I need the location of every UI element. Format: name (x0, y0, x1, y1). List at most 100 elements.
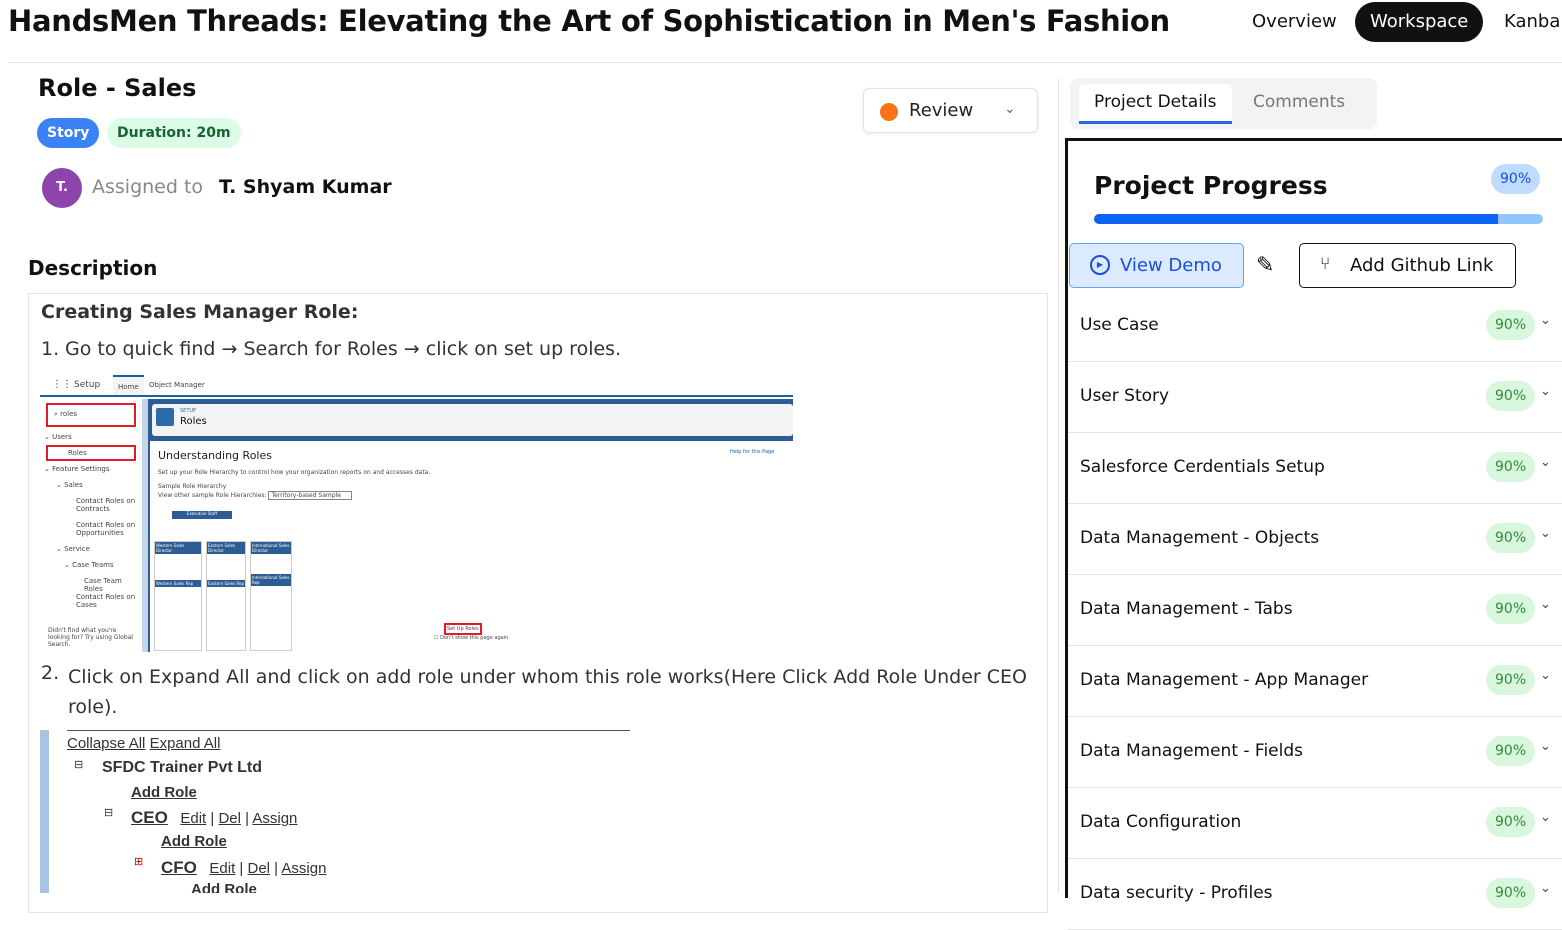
github-icon: ⑂ (1320, 254, 1331, 274)
project-details-panel: Project Progress 90% ▶ View Demo ✎ ⑂ Add… (1065, 138, 1562, 930)
accordion-item-percent: 90% (1486, 310, 1536, 340)
nav-kanban[interactable]: Kanba (1489, 2, 1562, 42)
ss-heading: Understanding Roles (158, 449, 272, 462)
ss-exec: Executive Staff (172, 511, 232, 519)
ss-search: roles (60, 410, 78, 418)
accordion-item[interactable]: Salesforce Cerdentials Setup 90% ⌄ (1068, 433, 1562, 504)
nav-workspace[interactable]: Workspace (1355, 2, 1484, 42)
ss-tree-item: Feature Settings (52, 465, 110, 473)
progress-title: Project Progress (1094, 171, 1328, 200)
accordion-item-percent: 90% (1486, 452, 1536, 482)
ss-tree-item: Sales (64, 481, 83, 489)
ss-tree-item: Case Team Roles (84, 577, 122, 593)
ss-tree-item: Contact Roles on Opportunities (76, 521, 136, 537)
chevron-down-icon[interactable]: ⌄ (1540, 810, 1551, 825)
tab-comments[interactable]: Comments (1238, 84, 1360, 124)
ss-tree-item: Case Teams (72, 561, 114, 569)
view-demo-button[interactable]: ▶ View Demo (1069, 243, 1244, 288)
ss-rep: International Sales Rep (251, 574, 291, 586)
ss-director: Eastern Sales Director (207, 542, 245, 554)
accordion-item-label: Salesforce Cerdentials Setup (1080, 457, 1325, 477)
accordion-item[interactable]: Use Case 90% ⌄ (1068, 291, 1562, 362)
duration-badge: Duration: 20m (107, 118, 241, 148)
accordion-item-label: Data Configuration (1080, 812, 1242, 832)
header-divider (8, 62, 1562, 63)
step-2-text: Click on Expand All and click on add rol… (68, 666, 1027, 718)
assign-link: Assign (281, 860, 327, 877)
add-role-link: Add Role (131, 784, 197, 801)
ss-select: Territory-based Sample (268, 491, 352, 500)
role-hierarchy-screenshot: Collapse All Expand All ⊟ SFDC Trainer P… (40, 728, 630, 893)
accordion-item[interactable]: Data Management - App Manager 90% ⌄ (1068, 646, 1562, 717)
del-link: Del (247, 860, 271, 877)
chevron-down-icon[interactable]: ⌄ (1540, 384, 1551, 399)
accordion-item[interactable]: Data Management - Objects 90% ⌄ (1068, 504, 1562, 575)
add-role-link: Add Role (161, 833, 227, 850)
ss-rep: Western Sales Rep (155, 580, 201, 587)
chevron-down-icon[interactable]: ⌄ (1540, 455, 1551, 470)
ss-page-title: Roles (180, 416, 207, 427)
accordion-item-percent: 90% (1486, 878, 1536, 908)
accordion-item-label: Data Management - Fields (1080, 741, 1304, 761)
accordion-item[interactable]: Data security - Profiles 90% ⌄ (1068, 859, 1562, 930)
type-badge: Story (37, 118, 100, 148)
assigned-label: Assigned to (92, 176, 204, 198)
chevron-down-icon[interactable]: ⌄ (1540, 526, 1551, 541)
accordion-item[interactable]: Data Management - Tabs 90% ⌄ (1068, 575, 1562, 646)
status-label: Review (909, 100, 974, 121)
add-role-link: Add Role (191, 881, 257, 893)
panel-tabs: Project Details Comments (1070, 78, 1377, 129)
chevron-down-icon[interactable]: ⌄ (1540, 881, 1551, 896)
add-github-link-button[interactable]: ⑂ Add Github Link (1299, 243, 1516, 288)
ss-tree-item: Contact Roles on Contracts (76, 497, 136, 513)
accordion-item-percent: 90% (1486, 523, 1536, 553)
edit-link: Edit (209, 860, 236, 877)
accordion-item-label: User Story (1080, 386, 1170, 406)
ss-director: International Sales Director (251, 542, 291, 554)
ss-sample: Sample Role Hierarchy (158, 483, 227, 490)
edit-icon[interactable]: ✎ (1256, 253, 1274, 278)
accordion-item-label: Data Management - Objects (1080, 528, 1320, 548)
ss-tab-object-manager: Object Manager (149, 381, 205, 389)
collapse-all-link: Collapse All (67, 735, 146, 752)
accordion-item-label: Data security - Profiles (1080, 883, 1273, 903)
chevron-down-icon[interactable]: ⌄ (1540, 597, 1551, 612)
status-dropdown[interactable]: Review ⌄ (863, 88, 1038, 133)
ss-rep: Eastern Sales Rep (207, 580, 245, 587)
accordion-item[interactable]: User Story 90% ⌄ (1068, 362, 1562, 433)
ceo-node: CEO (131, 808, 168, 827)
tab-project-details[interactable]: Project Details (1079, 84, 1232, 124)
assignee-name: T. Shyam Kumar (219, 176, 392, 198)
accordion-item[interactable]: Data Configuration 90% ⌄ (1068, 788, 1562, 859)
ss-view-other: View other sample Role Hierarchies: (158, 492, 267, 499)
accordion-item-percent: 90% (1486, 665, 1536, 695)
ss-app: Setup (74, 380, 101, 390)
accordion-item-label: Data Management - Tabs (1080, 599, 1293, 619)
app-title: HandsMen Threads: Elevating the Art of S… (8, 4, 1170, 38)
expand-all-link: Expand All (149, 735, 221, 752)
play-icon: ▶ (1090, 255, 1110, 275)
ss-tree-item: Service (64, 545, 90, 553)
ss-tree-item: Users (52, 433, 72, 441)
progress-bar-fill (1094, 214, 1499, 224)
nav-overview[interactable]: Overview (1237, 2, 1352, 42)
accordion-item[interactable]: Data Management - Fields 90% ⌄ (1068, 717, 1562, 788)
description-title: Creating Sales Manager Role: (41, 301, 359, 323)
accordion-item-percent: 90% (1486, 807, 1536, 837)
description-heading: Description (28, 256, 158, 280)
step-2-number: 2. (41, 662, 60, 684)
chevron-down-icon[interactable]: ⌄ (1540, 668, 1551, 683)
column-divider (1058, 78, 1059, 893)
add-github-label: Add Github Link (1350, 255, 1494, 276)
chevron-down-icon[interactable]: ⌄ (1540, 739, 1551, 754)
ss-intro: Set up your Role Hierarchy to control ho… (158, 469, 431, 476)
chevron-down-icon[interactable]: ⌄ (1540, 313, 1551, 328)
ss-setup-roles-button: Set Up Roles (444, 623, 482, 635)
ss-checkbox: Don't show this page again (440, 635, 509, 641)
status-dot-icon (880, 103, 898, 121)
cfo-node: CFO (161, 858, 197, 877)
edit-link: Edit (180, 810, 207, 827)
setup-roles-screenshot: ⋮⋮ Setup Home Object Manager ⌕ roles ⌄ U… (40, 375, 793, 652)
chevron-down-icon: ⌄ (1004, 101, 1016, 117)
ss-help: Help for this Page (730, 449, 775, 455)
